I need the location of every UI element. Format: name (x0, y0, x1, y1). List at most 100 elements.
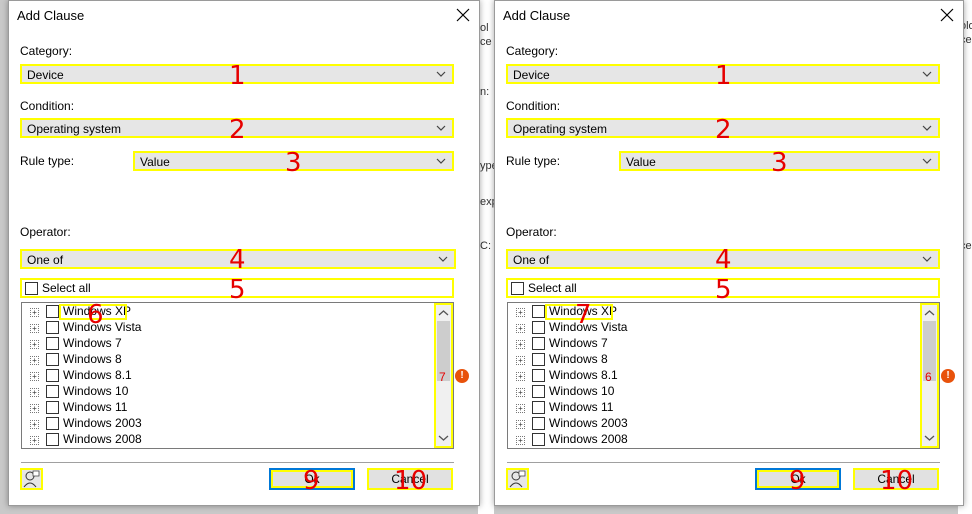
checkbox[interactable] (532, 321, 545, 334)
dialog-title: Add Clause (17, 8, 85, 23)
expand-plus-icon[interactable]: + (30, 324, 39, 333)
checkbox[interactable] (46, 369, 59, 382)
checkbox[interactable] (46, 337, 59, 350)
tree-item-label: Windows 10 (63, 384, 129, 398)
rule-type-label: Rule type: (506, 154, 561, 168)
chevron-down-icon (438, 256, 448, 262)
category-value: Device (27, 68, 64, 82)
expand-plus-icon[interactable]: + (516, 324, 525, 333)
checkbox[interactable] (46, 401, 59, 414)
expand-plus-icon[interactable]: + (516, 308, 525, 317)
checkbox[interactable] (532, 337, 545, 350)
tree-item[interactable]: + Windows 2003 (22, 416, 432, 432)
checkbox[interactable] (532, 433, 545, 446)
tree-item-label: Windows 7 (63, 336, 122, 350)
tree-item-label: Windows 8.1 (63, 368, 132, 382)
tree-item[interactable]: + Windows Vista (22, 320, 432, 336)
expand-plus-icon[interactable]: + (30, 388, 39, 397)
expand-plus-icon[interactable]: + (516, 420, 525, 429)
expand-plus-icon[interactable]: + (30, 340, 39, 349)
select-all-label: Select all (42, 281, 91, 295)
marker-number: 1 (715, 61, 732, 91)
marker-number: 2 (715, 115, 732, 145)
checkbox[interactable] (25, 282, 38, 295)
background-window-left (478, 0, 494, 514)
scroll-up-icon[interactable] (924, 309, 935, 317)
user-button[interactable] (506, 468, 529, 490)
expand-plus-icon[interactable]: + (516, 388, 525, 397)
tree-item[interactable]: + Windows 8 (22, 352, 432, 368)
scroll-up-icon[interactable] (438, 309, 449, 317)
os-tree-list[interactable]: + Windows XP + Windows Vista + Windows 7… (21, 302, 454, 449)
tree-item[interactable]: + Windows 7 (508, 336, 918, 352)
close-button[interactable] (937, 5, 957, 25)
add-clause-dialog: Add Clause Category: Device 1 Condition:… (494, 0, 964, 506)
expand-plus-icon[interactable]: + (516, 372, 525, 381)
expand-plus-icon[interactable]: + (30, 372, 39, 381)
checkbox[interactable] (46, 305, 59, 318)
tree-item[interactable]: + Windows 11 (22, 400, 432, 416)
marker-number: 9 (789, 466, 806, 496)
marker-number: 1 (229, 61, 246, 91)
tree-item-label: Windows 10 (549, 384, 615, 398)
rule-type-value: Value (140, 155, 170, 169)
tree-item[interactable]: + Windows 2003 (508, 416, 918, 432)
background-text: n: (480, 86, 490, 98)
close-icon (456, 8, 470, 22)
chevron-down-icon (436, 125, 446, 131)
tree-item[interactable]: + Windows 10 (508, 384, 918, 400)
tree-item[interactable]: + Windows 10 (22, 384, 432, 400)
tree-item[interactable]: + Windows 7 (22, 336, 432, 352)
scroll-down-icon[interactable] (924, 434, 935, 442)
marker-number: 7 (575, 300, 592, 330)
checkbox[interactable] (46, 433, 59, 446)
expand-plus-icon[interactable]: + (516, 436, 525, 445)
user-icon (509, 470, 526, 488)
category-value: Device (513, 68, 550, 82)
checkbox[interactable] (46, 385, 59, 398)
checkbox[interactable] (46, 417, 59, 430)
tree-item[interactable]: + Windows 2008 (22, 432, 432, 448)
select-all-label: Select all (528, 281, 577, 295)
expand-plus-icon[interactable]: + (30, 356, 39, 365)
expand-plus-icon[interactable]: + (516, 340, 525, 349)
expand-plus-icon[interactable]: + (30, 404, 39, 413)
warning-icon: ! (941, 369, 955, 383)
tree-item[interactable]: + Windows 11 (508, 400, 918, 416)
marker-number: 5 (715, 275, 732, 305)
checkbox[interactable] (532, 369, 545, 382)
checkbox[interactable] (46, 321, 59, 334)
checkbox[interactable] (532, 401, 545, 414)
tree-item[interactable]: + Windows 8.1 (508, 368, 918, 384)
marker-number: 7 (439, 370, 446, 384)
checkbox[interactable] (511, 282, 524, 295)
condition-label: Condition: (20, 99, 75, 113)
checkbox[interactable] (46, 353, 59, 366)
scroll-down-icon[interactable] (438, 434, 449, 442)
expand-plus-icon[interactable]: + (30, 436, 39, 445)
condition-value: Operating system (513, 122, 608, 136)
tree-item[interactable]: + Windows Vista (508, 320, 918, 336)
category-label: Category: (20, 44, 73, 58)
checkbox[interactable] (532, 305, 545, 318)
close-icon (940, 8, 954, 22)
close-button[interactable] (453, 5, 473, 25)
tree-item[interactable]: + Windows 2008 (508, 432, 918, 448)
checkbox[interactable] (532, 385, 545, 398)
tree-item[interactable]: + Windows 8.1 (22, 368, 432, 384)
divider (21, 462, 454, 463)
marker-number: 10 (394, 466, 428, 496)
background-text: ce (480, 36, 492, 48)
warning-icon: ! (455, 369, 469, 383)
user-button[interactable] (20, 468, 43, 490)
tree-item[interactable]: + Windows 8 (508, 352, 918, 368)
checkbox[interactable] (532, 417, 545, 430)
expand-plus-icon[interactable]: + (30, 420, 39, 429)
expand-plus-icon[interactable]: + (30, 308, 39, 317)
os-tree-list[interactable]: + Windows XP + Windows Vista + Windows 7… (507, 302, 940, 449)
checkbox[interactable] (532, 353, 545, 366)
expand-plus-icon[interactable]: + (516, 356, 525, 365)
dialog-title: Add Clause (503, 8, 571, 23)
expand-plus-icon[interactable]: + (516, 404, 525, 413)
chevron-down-icon (922, 256, 932, 262)
